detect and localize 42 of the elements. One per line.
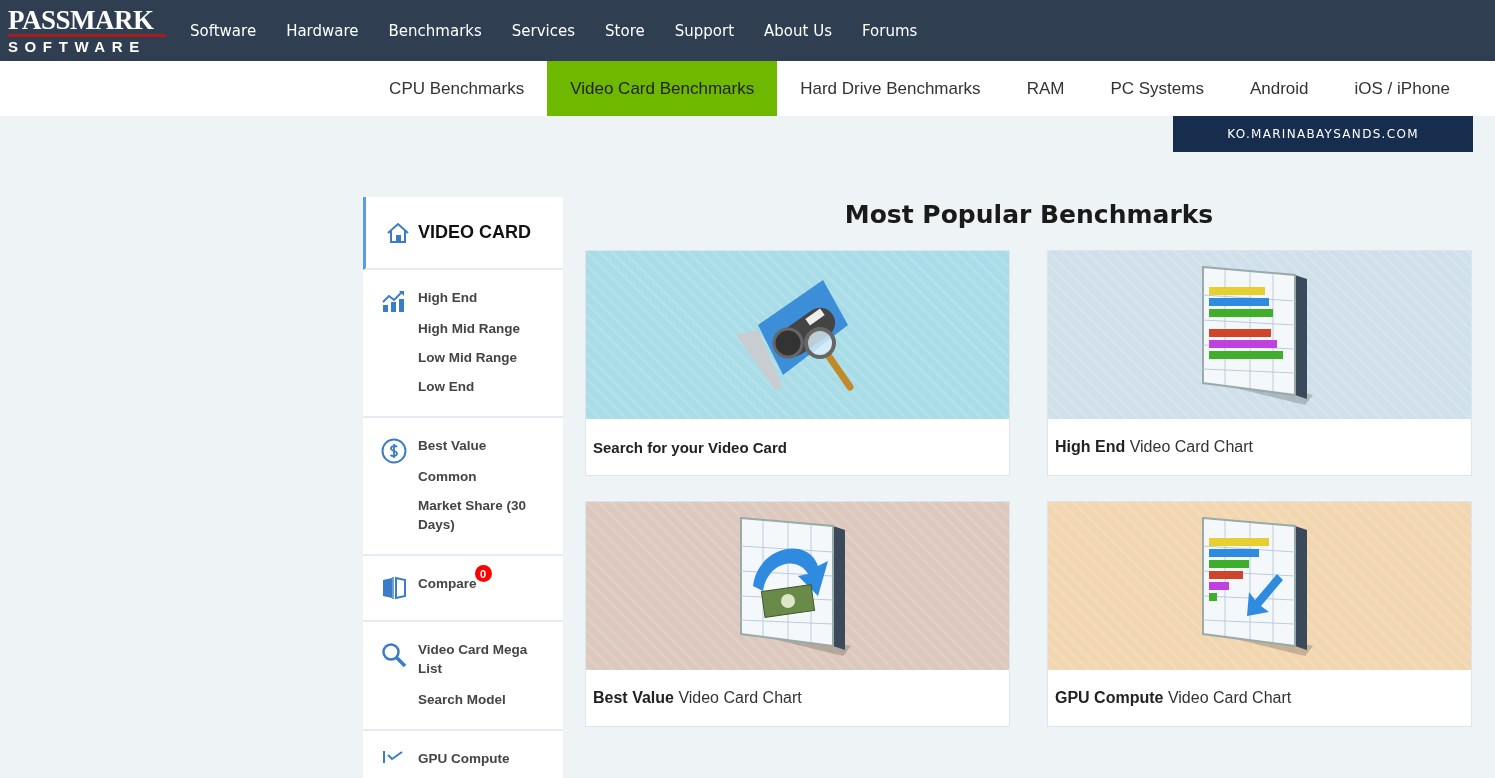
page-heading: Most Popular Benchmarks bbox=[844, 200, 1214, 229]
sidebar-link[interactable]: Search Model bbox=[418, 690, 553, 709]
home-icon bbox=[386, 220, 410, 245]
card-picture[interactable] bbox=[586, 502, 1009, 670]
logo-subtitle: SOFTWARE bbox=[8, 39, 147, 54]
benchmark-tab[interactable]: Video Card Benchmarks bbox=[547, 61, 778, 116]
count-badge: 0 bbox=[474, 565, 492, 582]
benchmark-tab[interactable]: PC Systems bbox=[1087, 61, 1227, 116]
benchmark-tab[interactable]: CPU Benchmarks bbox=[366, 61, 548, 116]
compare-icon bbox=[382, 576, 406, 600]
passmark-logo[interactable]: PASSMARK SOFTWARE bbox=[8, 7, 166, 54]
dollar-icon bbox=[381, 438, 407, 464]
benchmark-tab[interactable]: RAM bbox=[1003, 61, 1088, 116]
sidebar-link[interactable]: High Mid Range bbox=[418, 319, 553, 338]
nav-link[interactable]: Software bbox=[190, 21, 257, 40]
card-picture[interactable] bbox=[1048, 502, 1471, 670]
nav-link[interactable]: Benchmarks bbox=[388, 21, 482, 40]
sidebar-link[interactable]: Video Card Mega List bbox=[418, 640, 553, 678]
logo-title: PASSMARK bbox=[8, 7, 155, 33]
sidebar-link[interactable]: Best Value bbox=[418, 436, 487, 455]
sidebar-link[interactable]: Compare bbox=[418, 574, 477, 593]
nav-link[interactable]: Store bbox=[605, 21, 645, 40]
search-icon bbox=[381, 642, 407, 668]
nav-link[interactable]: Services bbox=[511, 21, 576, 40]
bar-chart-icon bbox=[382, 290, 406, 312]
sidebar-link[interactable]: Common bbox=[418, 467, 553, 486]
card-picture[interactable] bbox=[586, 251, 1009, 419]
sidebar-title: VIDEO CARD bbox=[418, 222, 531, 243]
nav-link[interactable]: Support bbox=[674, 21, 735, 40]
sidebar-link[interactable]: High End bbox=[418, 288, 478, 307]
sidebar-link[interactable]: Low Mid Range bbox=[418, 348, 553, 367]
advertisement-banner[interactable]: KO.MARINABAYSANDS.COM bbox=[1173, 116, 1473, 152]
nav-link[interactable]: About Us bbox=[764, 21, 832, 40]
card-picture[interactable] bbox=[1048, 251, 1471, 419]
benchmark-tab[interactable]: Hard Drive Benchmarks bbox=[777, 61, 1004, 116]
benchmark-tab[interactable]: Android bbox=[1226, 61, 1332, 116]
sidebar-link[interactable]: Market Share (30 Days) bbox=[418, 496, 553, 534]
nav-link[interactable]: Forums bbox=[861, 21, 918, 40]
nav-link[interactable]: Hardware bbox=[286, 21, 359, 40]
sidebar-link[interactable]: Low End bbox=[418, 377, 553, 396]
sidebar-link[interactable]: GPU Compute bbox=[418, 749, 510, 768]
benchmark-tab[interactable]: iOS / iPhone bbox=[1331, 61, 1473, 116]
